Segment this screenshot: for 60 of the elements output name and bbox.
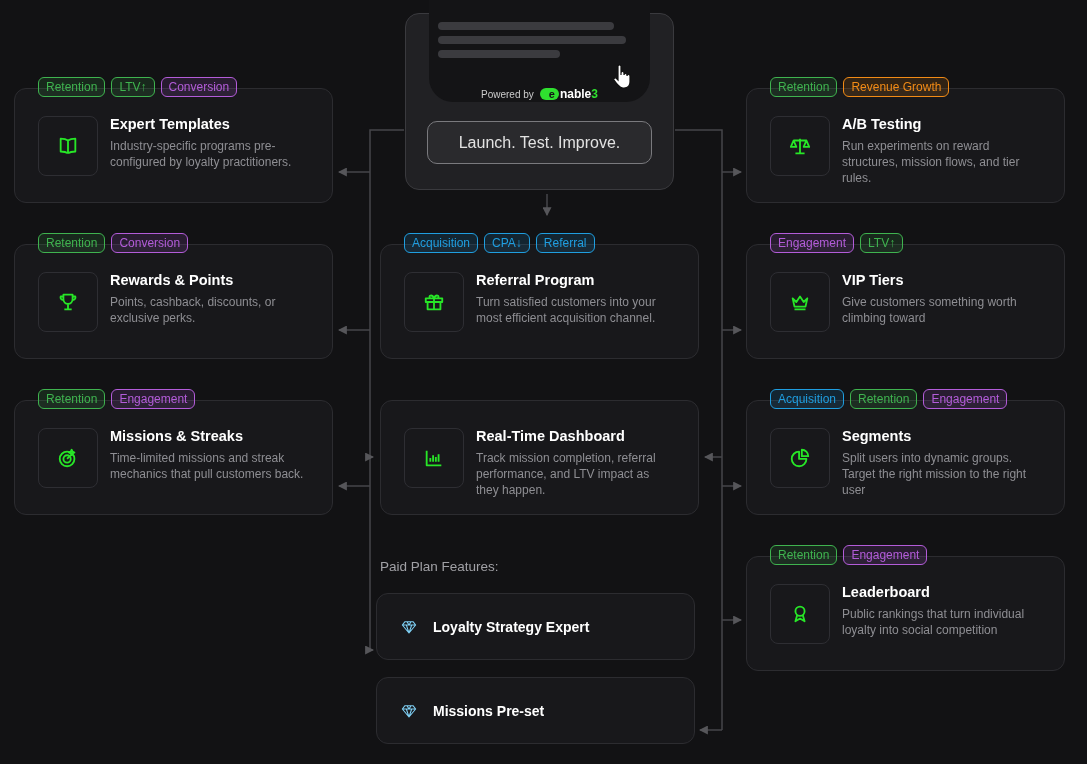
connector-arrow	[721, 615, 743, 625]
connector-arrow	[365, 645, 375, 655]
connector-arrow	[721, 325, 743, 335]
trophy-icon	[57, 291, 79, 313]
tag: Retention	[38, 389, 106, 409]
tag: Retention	[770, 545, 838, 565]
tag: Conversion	[160, 77, 238, 97]
tag: Retention	[850, 389, 918, 409]
tag: Engagement	[923, 389, 1008, 409]
launch-button[interactable]: Launch. Test. Improve.	[427, 121, 652, 164]
feature-title: Missions Pre-set	[433, 702, 545, 719]
tag: LTV↑	[111, 77, 155, 97]
pie-chart-icon	[789, 447, 811, 469]
card-title: VIP Tiers	[842, 272, 905, 289]
tag: CPA↓	[484, 233, 530, 253]
powered-by-label: Powered by	[481, 88, 534, 100]
feature-title: Loyalty Strategy Expert	[433, 618, 590, 635]
card-title: Referral Program	[476, 272, 596, 289]
card-title: Expert Templates	[110, 116, 231, 133]
card-description: Public rankings that turn individual loyalty into social competition	[842, 606, 1026, 638]
connector-arrow	[703, 452, 723, 462]
tag: Engagement	[111, 389, 196, 409]
card-description: Split users into dynamic groups. Target the right mission to the right user	[842, 450, 1028, 498]
connector-arrow	[337, 481, 371, 491]
tag: Engagement	[770, 233, 855, 253]
tag: Retention	[770, 77, 838, 97]
tag: Revenue Growth	[843, 77, 950, 97]
tag: Retention	[38, 77, 106, 97]
connector-arrow	[337, 167, 371, 177]
book-icon	[57, 135, 79, 157]
connector-arrow	[721, 167, 743, 177]
card-title: Real-Time Dashboard	[476, 428, 626, 445]
card-description: Run experiments on reward structures, mission flows, and tier rules.	[842, 138, 1021, 186]
connector-arrow	[365, 452, 375, 462]
card-title: A/B Testing	[842, 116, 923, 133]
card-title: Missions & Streaks	[110, 428, 244, 445]
card-description: Industry-specific programs pre-configured by loyalty practitioners.	[110, 138, 293, 170]
tag: Retention	[38, 233, 106, 253]
connector-arrow	[337, 325, 371, 335]
card-title: Segments	[842, 428, 913, 445]
card-description: Track mission completion, referral performance, and LTV impact as they happen.	[476, 450, 657, 498]
card-description: Time-limited missions and streak mechanics that pull customers back.	[110, 450, 305, 482]
card-title: Rewards & Points	[110, 272, 235, 289]
diamond-icon	[401, 618, 417, 635]
tag: Conversion	[111, 233, 189, 253]
connector-arrow	[542, 193, 552, 217]
diamond-icon	[401, 702, 417, 719]
tag: LTV↑	[860, 233, 904, 253]
connector-arrow	[698, 725, 723, 735]
card-title: Leaderboard	[842, 584, 931, 601]
connector-arrow	[721, 481, 743, 491]
section-heading: Paid Plan Features:	[380, 558, 500, 575]
card-description: Turn satisfied customers into your most efficient acquisition channel.	[476, 294, 657, 326]
card-description: Points, cashback, discounts, or exclusive perks.	[110, 294, 277, 326]
tag: Engagement	[843, 545, 928, 565]
tag: Referral	[535, 233, 595, 253]
tag: Acquisition	[770, 389, 845, 409]
tag: Acquisition	[404, 233, 479, 253]
brand-logo: e nable3	[539, 87, 598, 101]
card-description: Give customers something worth climbing toward	[842, 294, 1018, 326]
